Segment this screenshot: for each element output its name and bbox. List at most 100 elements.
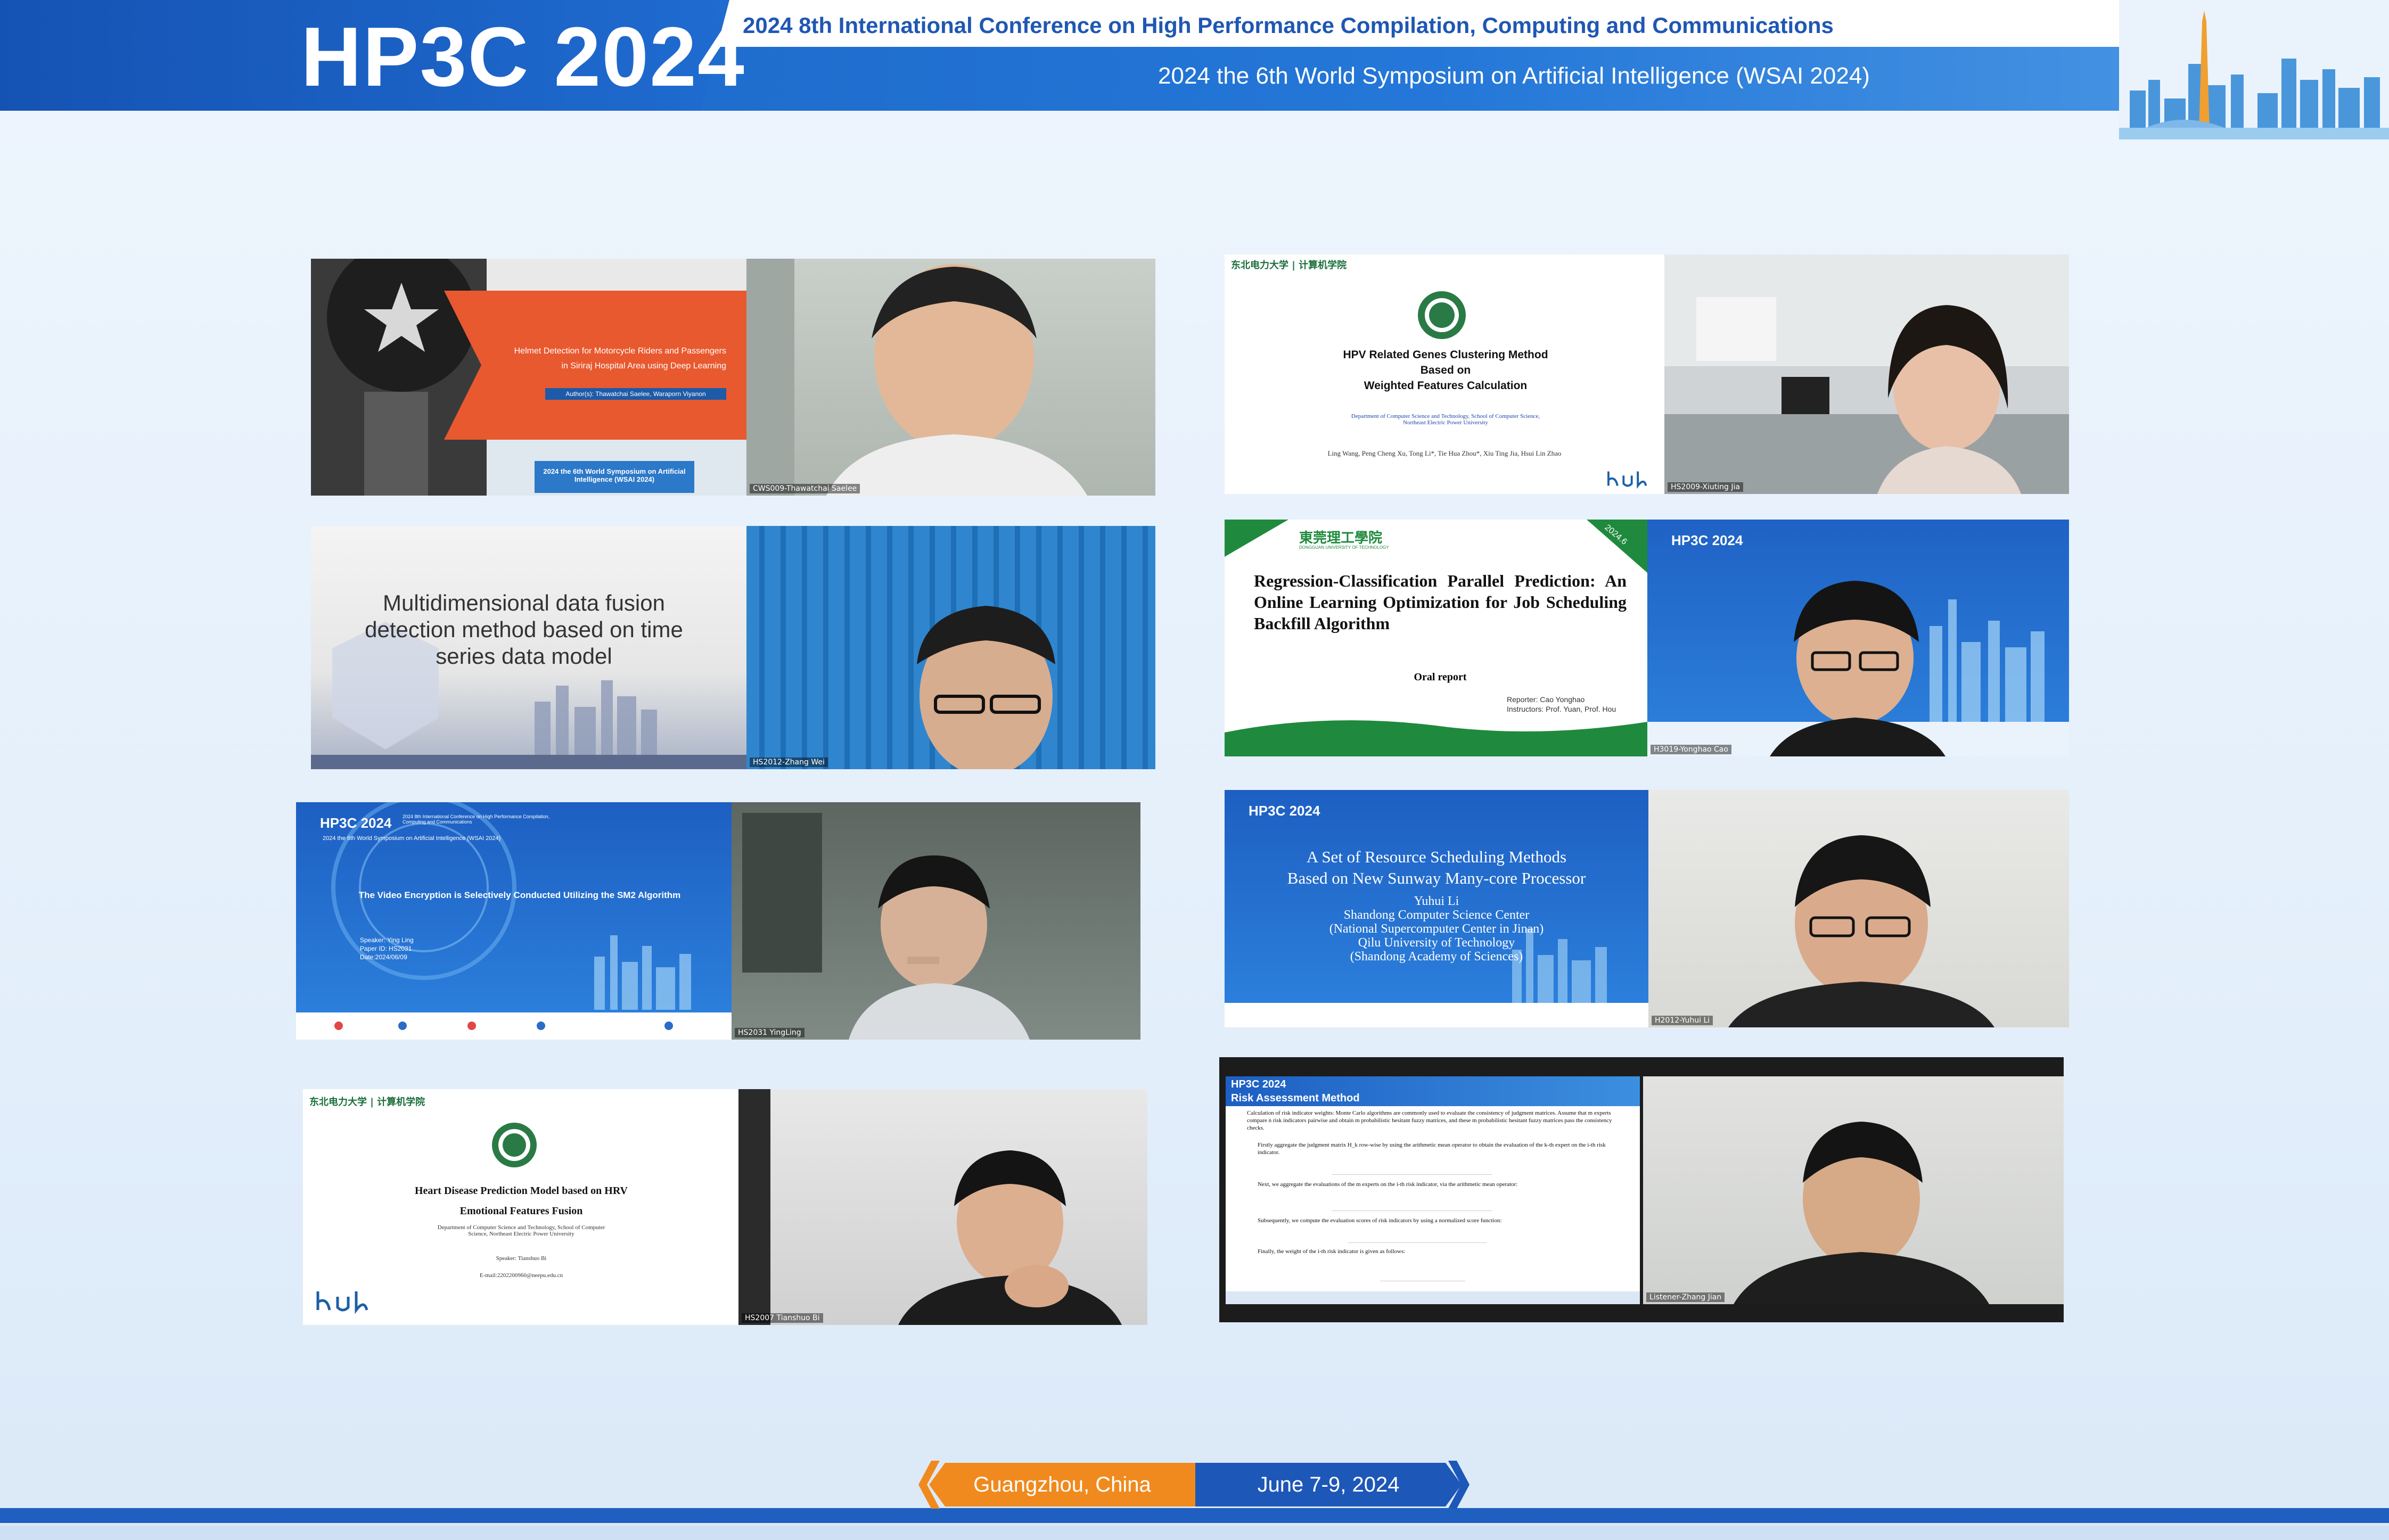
slide-title-line1: A Set of Resource Scheduling Methods [1306, 847, 1567, 866]
slide-title: Helmet Detection for Motorcycle Riders a… [514, 347, 726, 370]
slide-section-title: Risk Assessment Method [1231, 1092, 1360, 1104]
helmet-photo [311, 259, 746, 496]
slide-title-line1: Heart Disease Prediction Model based on … [415, 1185, 628, 1197]
slide-footer-bar [1226, 1291, 1640, 1304]
participant-video [746, 526, 1155, 769]
slide-title-line2: Based on [1420, 364, 1471, 376]
slide-header-line1: 2024 8th International Conference on Hig… [403, 814, 550, 825]
slide-instructors: Instructors: Prof. Yuan, Prof. Hou [1507, 705, 1616, 713]
slide-bullet-1: Firstly aggregate the judgment matrix H_… [1258, 1142, 1606, 1156]
participant-name-label: H2012-Yuhui Li [1652, 1016, 1713, 1025]
background-logo: HP3C 2024 [1671, 532, 1743, 548]
slide-university: 東莞理工學院 [1299, 530, 1383, 546]
video-tile-hs2007[interactable]: 东北电力大学 | 计算机学院 Heart Disease Prediction … [303, 1089, 1147, 1325]
participant-name-label: HS2031 YingLing [735, 1028, 804, 1037]
slide-subtitle: Oral report [1414, 671, 1467, 683]
participant-video [742, 813, 1030, 1040]
slide-speaker: Speaker: Ying Ling [360, 936, 414, 944]
webcam-feed: HS2009-Xiuting Jia [1664, 254, 2069, 494]
conference-title: 2024 8th International Conference on Hig… [743, 13, 1834, 38]
participant-video [746, 259, 1087, 496]
slide-affiliation-2: (National Supercomputer Center in Jinan) [1329, 922, 1544, 936]
participant-video [1647, 581, 2069, 756]
shared-slide: Multidimensional data fusion detection m… [311, 526, 746, 769]
webcam-feed: Listener-Zhang Jian [1643, 1076, 2064, 1304]
slide-speaker: Speaker: Tianshuo Bi [496, 1255, 547, 1262]
slide-department: Department of Computer Science and Techn… [1351, 413, 1540, 426]
participant-video [1728, 835, 1994, 1027]
slide-green-decoration [1225, 520, 1647, 756]
webcam-feed: HP3C 2024 H3019-Yonghao Cao [1647, 520, 2069, 756]
slide-bullet-2: Next, we aggregate the evaluations of th… [1258, 1181, 1518, 1188]
footer-location: Guangzhou, China [929, 1463, 1195, 1506]
footer-bar [0, 1508, 2389, 1523]
slide-reporter: Reporter: Cao Yonghao [1507, 695, 1585, 704]
shared-slide: 东北电力大学 | 计算机学院 HPV Related Genes Cluster… [1225, 254, 1664, 494]
slide-title: The Video Encryption is Selectively Cond… [358, 890, 681, 900]
video-tile-h3019[interactable]: 東莞理工學院 DONGGUAN UNIVERSITY OF TECHNOLOGY… [1225, 520, 2069, 756]
university-seal-icon [492, 1123, 537, 1167]
footer-bar-light [0, 1526, 2389, 1540]
webcam-feed: H2012-Yuhui Li [1648, 790, 2069, 1027]
webcam-feed: HS2007 Tianshuo Bi [738, 1089, 1147, 1325]
shared-slide: Helmet Detection for Motorcycle Riders a… [311, 259, 746, 496]
slide-title: Regression-Classification Parallel Predi… [1254, 571, 1627, 633]
video-tile-hs2031[interactable]: HP3C 2024 2024 8th International Confere… [296, 802, 1140, 1040]
shared-slide: HP3C 2024 2024 8th International Confere… [296, 802, 732, 1040]
lab-logo-icon [1607, 471, 1647, 489]
slide-header-line2: 2024 the 6th World Symposium on Artifici… [323, 835, 501, 842]
shared-slide: 東莞理工學院 DONGGUAN UNIVERSITY OF TECHNOLOGY… [1225, 520, 1647, 756]
slide-formula-3 [1348, 1230, 1487, 1243]
slide-title-line2: Emotional Features Fusion [459, 1205, 583, 1217]
slide-bullet-4: Finally, the weight of the i-th risk ind… [1258, 1248, 1406, 1255]
university-seal-icon [1418, 291, 1466, 339]
slide-paragraph: Calculation of risk indicator weights: M… [1247, 1110, 1612, 1131]
slide-affiliation-1: Shandong Computer Science Center [1343, 908, 1530, 922]
webcam-feed: HS2031 YingLing [732, 802, 1140, 1040]
webcam-feed: HS2012-Zhang Wei [746, 526, 1155, 769]
participant-name-label: HS2009-Xiuting Jia [1668, 482, 1743, 492]
slide-formula-1 [1332, 1162, 1492, 1175]
slide-logo: HP3C 2024 [1231, 1078, 1286, 1090]
video-tile-hs2009[interactable]: 东北电力大学 | 计算机学院 HPV Related Genes Cluster… [1225, 254, 2069, 494]
video-tile-listener[interactable]: HP3C 2024 Risk Assessment Method Calcula… [1219, 1057, 2064, 1322]
slide-university: 东北电力大学 | 计算机学院 [309, 1097, 425, 1108]
slide-university: 东北电力大学 | 计算机学院 [1231, 260, 1347, 271]
conference-logo: HP3C 2024 [301, 10, 745, 104]
slide-title: Multidimensional data fusion detection m… [365, 590, 683, 669]
shared-slide: HP3C 2024 A Set of Resource Scheduling M… [1225, 790, 1648, 1027]
slide-bullet-3: Subsequently, we compute the evaluation … [1258, 1217, 1502, 1224]
participant-video [1664, 254, 2069, 494]
shared-slide: HP3C 2024 Risk Assessment Method Calcula… [1226, 1076, 1640, 1304]
participant-video [1734, 1122, 1989, 1304]
video-tile-cws009[interactable]: Helmet Detection for Motorcycle Riders a… [311, 259, 1155, 496]
participant-name-label: CWS009-Thawatchai Saelee [750, 484, 860, 493]
video-tile-h2012[interactable]: HP3C 2024 A Set of Resource Scheduling M… [1225, 790, 2069, 1027]
participant-video [738, 1089, 1122, 1325]
slide-department: Department of Computer Science and Techn… [437, 1224, 605, 1237]
slide-authors: Ling Wang, Peng Cheng Xu, Tong Li*, Tie … [1327, 449, 1562, 457]
slide-date: Date:2024/06/09 [360, 953, 407, 961]
slide-affiliation-4: (Shandong Academy of Sciences) [1350, 950, 1523, 963]
slide-logo: HP3C 2024 [1249, 803, 1320, 819]
slide-university-en: DONGGUAN UNIVERSITY OF TECHNOLOGY [1299, 545, 1389, 550]
webcam-feed: CWS009-Thawatchai Saelee [746, 259, 1155, 496]
participant-name-label: HS2007 Tianshuo Bi [742, 1313, 823, 1323]
footer-date: June 7-9, 2024 [1195, 1463, 1462, 1506]
slide-speaker-name: Yuhui Li [1414, 894, 1459, 908]
slide-title-line3: Weighted Features Calculation [1364, 380, 1528, 392]
symposium-title: 2024 the 6th World Symposium on Artifici… [1158, 63, 1870, 89]
participant-name-label: HS2012-Zhang Wei [750, 757, 828, 767]
participant-name-label: Listener-Zhang Jian [1646, 1292, 1725, 1302]
participant-name-label: H3019-Yonghao Cao [1651, 745, 1731, 754]
video-tile-hs2012[interactable]: Multidimensional data fusion detection m… [311, 526, 1155, 769]
slide-formula-4 [1380, 1259, 1465, 1281]
slide-title-line1: HPV Related Genes Clustering Method [1343, 349, 1548, 361]
slide-paper-id: Paper ID: HS2031 [360, 945, 412, 952]
slide-title-line2: Based on New Sunway Many-core Processor [1287, 869, 1586, 887]
slide-footer: 2024 the 6th World Symposium on Artifici… [543, 467, 686, 483]
shared-slide: 东北电力大学 | 计算机学院 Heart Disease Prediction … [303, 1089, 738, 1325]
slide-authors: Author(s): Thawatchai Saelee, Waraporn V… [545, 388, 726, 400]
slide-logo: HP3C 2024 [320, 815, 392, 831]
city-skyline-illustration [2119, 0, 2389, 139]
